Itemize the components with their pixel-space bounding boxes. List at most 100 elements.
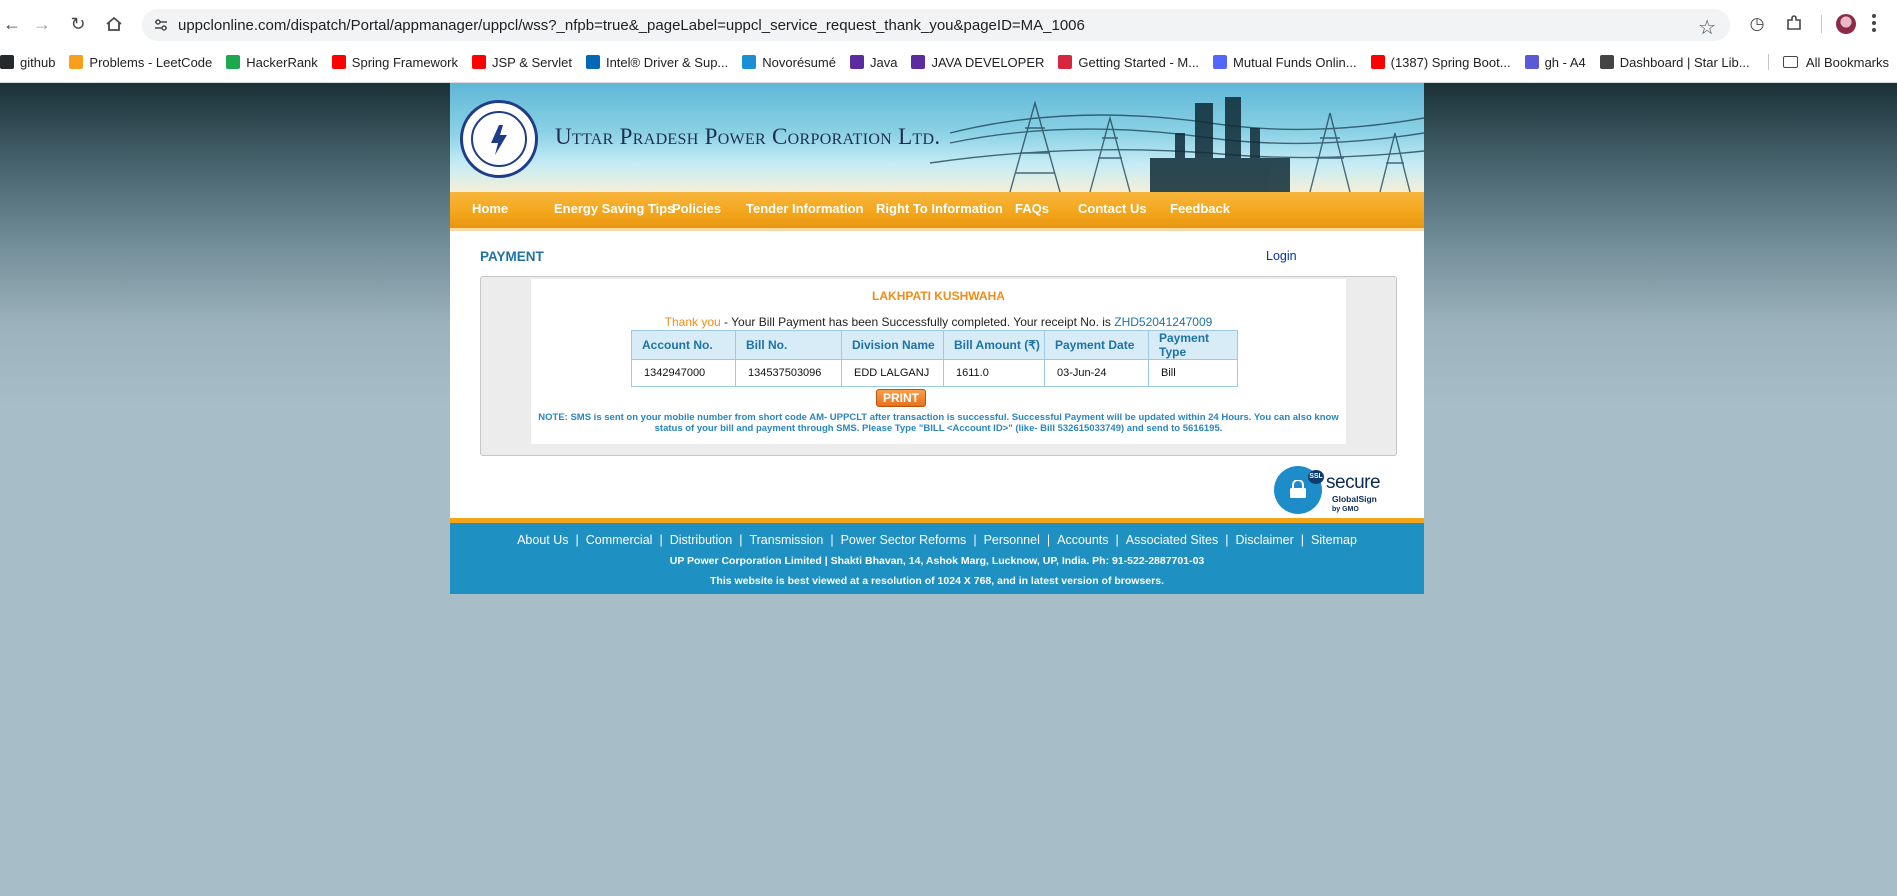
bookmark-item[interactable]: Problems - LeetCode	[69, 55, 212, 70]
menu-item-energy-saving-tips[interactable]: Energy Saving Tips	[554, 192, 674, 228]
bookmark-label: Problems - LeetCode	[89, 54, 213, 70]
site-footer: About Us | Commercial | Distribution | Transmi…	[450, 523, 1424, 594]
cell-account-no: 1342947000	[631, 359, 736, 387]
bookmark-item[interactable]: gh - A4	[1524, 54, 1586, 70]
intel-icon	[585, 55, 600, 69]
bookmark-label: Java	[869, 54, 898, 70]
menu-item-right-to-information[interactable]: Right To Information	[876, 192, 1003, 228]
bookmarks-bar: github Problems - LeetCode HackerRank Sprin…	[0, 50, 1897, 74]
bookmark-label: JAVA DEVELOPER	[931, 54, 1045, 70]
menu-item-home[interactable]: Home	[472, 192, 508, 228]
footer-separator: |	[1115, 533, 1119, 547]
login-link[interactable]: Login	[1266, 249, 1297, 263]
menu-item-faqs[interactable]: FAQs	[1015, 192, 1049, 228]
bookmark-item[interactable]: (1387) Spring Boot...	[1370, 55, 1511, 70]
footer-link-commercial[interactable]: Commercial	[586, 533, 653, 547]
bookmark-item[interactable]: Java	[849, 54, 898, 70]
receipt-panel: LAKHPATI KUSHWAHA Thank you - Your Bill …	[480, 276, 1397, 456]
bookmark-label: github	[20, 54, 56, 70]
menu-item-policies[interactable]: Policies	[672, 192, 721, 228]
footer-link-associated-sites[interactable]: Associated Sites	[1126, 533, 1218, 547]
ssl-secure-text: secure	[1326, 472, 1381, 493]
footer-separator: |	[575, 533, 579, 547]
footer-links: About Us | Commercial | Distribution | Transmi…	[450, 533, 1424, 547]
cell-payment-type: Bill	[1148, 359, 1238, 387]
corporation-title: Uttar Pradesh Power Corporation Ltd.	[555, 124, 941, 149]
footer-separator: |	[830, 533, 834, 547]
toolbar-divider	[1821, 15, 1822, 33]
bookmark-item[interactable]: JSP & Servlet	[472, 55, 572, 70]
thank-you-message: Thank you - Your Bill Payment has been S…	[531, 315, 1346, 329]
profile-avatar[interactable]	[1836, 14, 1856, 34]
url-text[interactable]: uppclonline.com/dispatch/Portal/appmanag…	[178, 17, 1085, 34]
footer-resolution-note: This website is best viewed at a resolut…	[710, 575, 1164, 587]
bookmark-item[interactable]: Intel® Driver & Sup...	[585, 55, 728, 70]
bookmark-label: Spring Framework	[351, 54, 458, 70]
browser-toolbar: ← → ↻ uppclonline.com/dispatch/Portal/ap…	[0, 0, 1897, 48]
address-bar[interactable]: uppclonline.com/dispatch/Portal/appmanag…	[142, 9, 1730, 41]
page-title: PAYMENT	[480, 249, 544, 264]
getting-started-icon	[1058, 55, 1073, 69]
bookmarks-divider	[1767, 54, 1769, 70]
menu-item-contact-us[interactable]: Contact Us	[1078, 192, 1147, 228]
footer-separator: |	[739, 533, 743, 547]
customer-name: LAKHPATI KUSHWAHA	[872, 289, 1005, 303]
footer-separator: |	[973, 533, 977, 547]
footer-link-accounts[interactable]: Accounts	[1057, 533, 1108, 547]
site-info-icon[interactable]	[154, 18, 168, 32]
reload-icon[interactable]: ↻	[66, 12, 90, 36]
footer-link-personnel[interactable]: Personnel	[984, 533, 1040, 547]
all-bookmarks[interactable]: All Bookmarks	[1767, 50, 1889, 74]
bookmark-label: JSP & Servlet	[492, 54, 572, 70]
footer-link-transmission[interactable]: Transmission	[749, 533, 823, 547]
novoresume-icon	[742, 55, 757, 69]
home-icon[interactable]	[102, 12, 126, 36]
performance-icon[interactable]: ◷	[1747, 14, 1767, 34]
bookmark-label: gh - A4	[1544, 54, 1586, 70]
bookmark-item[interactable]: Spring Framework	[331, 54, 458, 70]
youtube-icon	[1370, 55, 1385, 69]
header-banner: Uttar Pradesh Power Corporation Ltd.	[450, 83, 1424, 192]
course-icon	[911, 55, 926, 69]
bookmark-label: HackerRank	[246, 54, 318, 70]
menu-item-tender-information[interactable]: Tender Information	[746, 192, 863, 228]
footer-link-sitemap[interactable]: Sitemap	[1311, 533, 1357, 547]
footer-link-distribution[interactable]: Distribution	[670, 533, 733, 547]
bookmark-item[interactable]: Dashboard | Star Lib...	[1599, 54, 1750, 70]
print-button[interactable]: PRINT	[876, 389, 926, 407]
menu-icon[interactable]	[1872, 14, 1878, 34]
footer-separator: |	[1046, 533, 1051, 547]
menu-underline	[450, 228, 1424, 231]
bookmark-star-icon[interactable]: ☆	[1698, 15, 1716, 40]
extensions-icon[interactable]	[1784, 14, 1804, 34]
bookmark-item[interactable]: HackerRank	[226, 55, 318, 70]
sms-note: NOTE: SMS is sent on your mobile number …	[538, 412, 1339, 434]
lock-icon	[1290, 480, 1306, 498]
github-icon	[0, 55, 14, 69]
receipt-card: LAKHPATI KUSHWAHA Thank you - Your Bill …	[531, 279, 1346, 444]
groww-icon	[1213, 55, 1228, 69]
globe-icon	[1599, 55, 1614, 69]
back-icon[interactable]: ←	[0, 12, 24, 36]
bookmark-item[interactable]: Novorésumé	[742, 55, 836, 70]
bookmark-item[interactable]: github	[0, 55, 55, 70]
payment-success-text: - Your Bill Payment has been Successfull…	[720, 315, 1115, 329]
browser-chrome: ← → ↻ uppclonline.com/dispatch/Portal/ap…	[0, 0, 1897, 83]
col-account-no: Account No.	[631, 330, 736, 360]
col-division-name: Division Name	[841, 330, 944, 360]
footer-address: UP Power Corporation Limited | Shakti Bh…	[669, 555, 1205, 567]
menu-item-feedback[interactable]: Feedback	[1170, 192, 1230, 228]
folder-icon	[1782, 56, 1798, 68]
footer-link-power-sector-reforms[interactable]: Power Sector Reforms	[841, 533, 967, 547]
bookmark-item[interactable]: Mutual Funds Onlin...	[1213, 55, 1357, 70]
ssl-secure-badge[interactable]: SSL secure GlobalSign by GMO	[1274, 466, 1400, 516]
footer-link-about-us[interactable]: About Us	[517, 533, 568, 547]
bookmark-item[interactable]: JAVA DEVELOPER	[911, 55, 1044, 70]
col-payment-date: Payment Date	[1044, 330, 1149, 360]
bookmark-item[interactable]: Getting Started - M...	[1058, 55, 1199, 70]
col-bill-no: Bill No.	[735, 330, 842, 360]
forward-icon[interactable]: →	[30, 12, 54, 36]
footer-link-disclaimer[interactable]: Disclaimer	[1235, 533, 1293, 547]
bookmark-label: Dashboard | Star Lib...	[1619, 54, 1750, 70]
hackerrank-icon	[226, 55, 241, 69]
